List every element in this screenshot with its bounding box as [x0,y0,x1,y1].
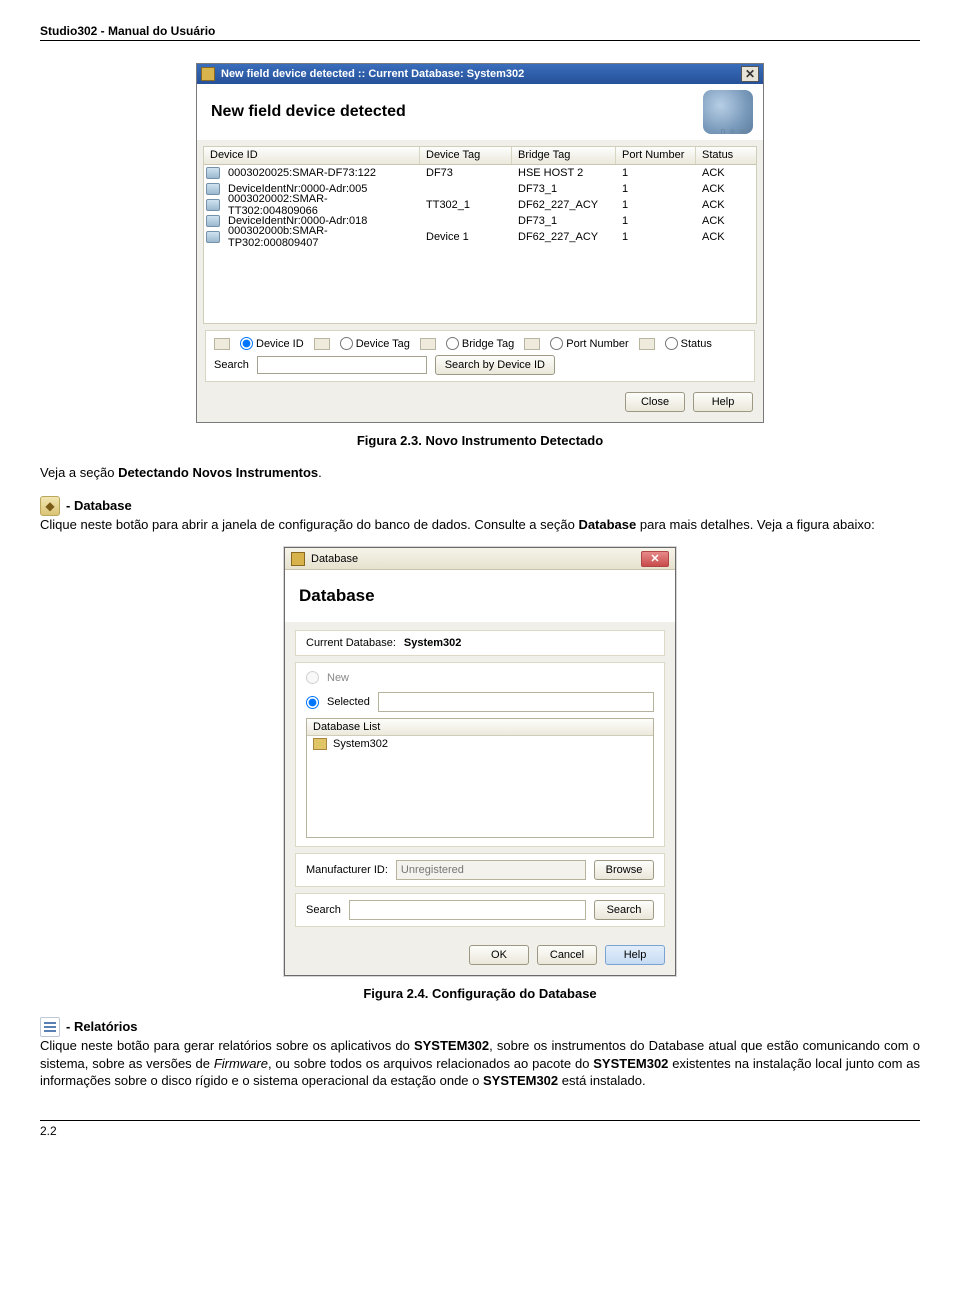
database-list-header: Database List [307,719,653,736]
figure-caption-1: Figura 2.3. Novo Instrumento Detectado [40,433,920,448]
radio-device-tag[interactable] [340,337,353,350]
table-row[interactable]: 0003020025:SMAR-DF73:122 DF73 HSE HOST 2… [204,165,756,181]
col-header-status[interactable]: Status [696,147,754,164]
search-by-id-button[interactable]: Search by Device ID [435,355,555,375]
id-icon [214,338,230,350]
server-icon [206,215,220,227]
list-item[interactable]: System302 [307,736,653,752]
database-dialog: Database ✕ Database Current Database: Sy… [284,547,676,976]
db-item-icon [313,738,327,750]
db-search-input[interactable] [349,900,586,920]
close-icon[interactable]: ✕ [641,551,669,567]
figure-caption-2: Figura 2.4. Configuração do Database [40,986,920,1001]
help-button[interactable]: Help [605,945,665,965]
device-dialog-banner: New field device detected n e w [197,84,763,140]
manufacturer-input [396,860,586,880]
table-row[interactable]: 0003020002:SMAR-TT302:004809066 TT302_1 … [204,197,756,213]
database-dialog-title: Database [311,553,358,565]
help-button[interactable]: Help [693,392,753,412]
col-header-bridge-tag[interactable]: Bridge Tag [512,147,616,164]
paragraph-database: Clique neste botão para abrir a janela d… [40,516,920,534]
window-icon [201,67,215,81]
database-dialog-titlebar: Database ✕ [285,548,675,570]
database-list[interactable]: Database List System302 [306,718,654,838]
device-table: Device ID Device Tag Bridge Tag Port Num… [203,146,757,324]
manufacturer-label: Manufacturer ID: [306,864,388,876]
cancel-button[interactable]: Cancel [537,945,597,965]
section-database-title: - Database [66,498,132,513]
section-reports-title: - Relatórios [66,1019,138,1034]
col-header-port[interactable]: Port Number [616,147,696,164]
bridge-icon [420,338,436,350]
page-number: 2.2 [40,1120,920,1138]
device-dialog-title: New field device detected :: Current Dat… [221,68,524,80]
database-icon: ◆ [40,496,60,516]
search-input[interactable] [257,356,427,374]
paragraph-veja: Veja a seção Detectando Novos Instrument… [40,464,920,482]
server-icon [206,183,220,195]
radio-selected[interactable] [306,696,319,709]
paragraph-reports: Clique neste botão para gerar relatórios… [40,1037,920,1090]
current-db-label: Current Database: [306,637,396,649]
radio-new-label: New [327,672,349,684]
close-button[interactable]: Close [625,392,685,412]
banner-sublabel: n e w [720,126,747,136]
close-icon[interactable]: ✕ [741,66,759,82]
radio-selected-label: Selected [327,696,370,708]
col-header-device-tag[interactable]: Device Tag [420,147,512,164]
status-icon [639,338,655,350]
radio-bridge-tag[interactable] [446,337,459,350]
browse-button[interactable]: Browse [594,860,654,880]
ok-button[interactable]: OK [469,945,529,965]
device-dialog-banner-title: New field device detected [211,103,406,121]
tag-icon [314,338,330,350]
current-db-value: System302 [404,637,462,649]
database-banner-title: Database [299,586,375,606]
page-header-title: Studio302 - Manual do Usuário [40,24,920,41]
report-icon [40,1017,60,1037]
radio-device-id[interactable] [240,337,253,350]
server-icon [206,231,220,243]
radio-status[interactable] [665,337,678,350]
table-row[interactable]: 000302000b:SMAR-TP302:000809407 Device 1… [204,229,756,245]
db-search-button[interactable]: Search [594,900,654,920]
radio-new[interactable] [306,671,319,684]
selected-db-input[interactable] [378,692,654,712]
server-icon [206,199,220,211]
radio-port[interactable] [550,337,563,350]
filter-panel: Device ID Device Tag Bridge Tag Port Num… [205,330,755,382]
search-label: Search [214,359,249,371]
port-icon [524,338,540,350]
server-icon [206,167,220,179]
col-header-device-id[interactable]: Device ID [204,147,420,164]
window-icon [291,552,305,566]
device-dialog-titlebar: New field device detected :: Current Dat… [197,64,763,84]
search-label: Search [306,904,341,916]
device-dialog: New field device detected :: Current Dat… [196,63,764,423]
